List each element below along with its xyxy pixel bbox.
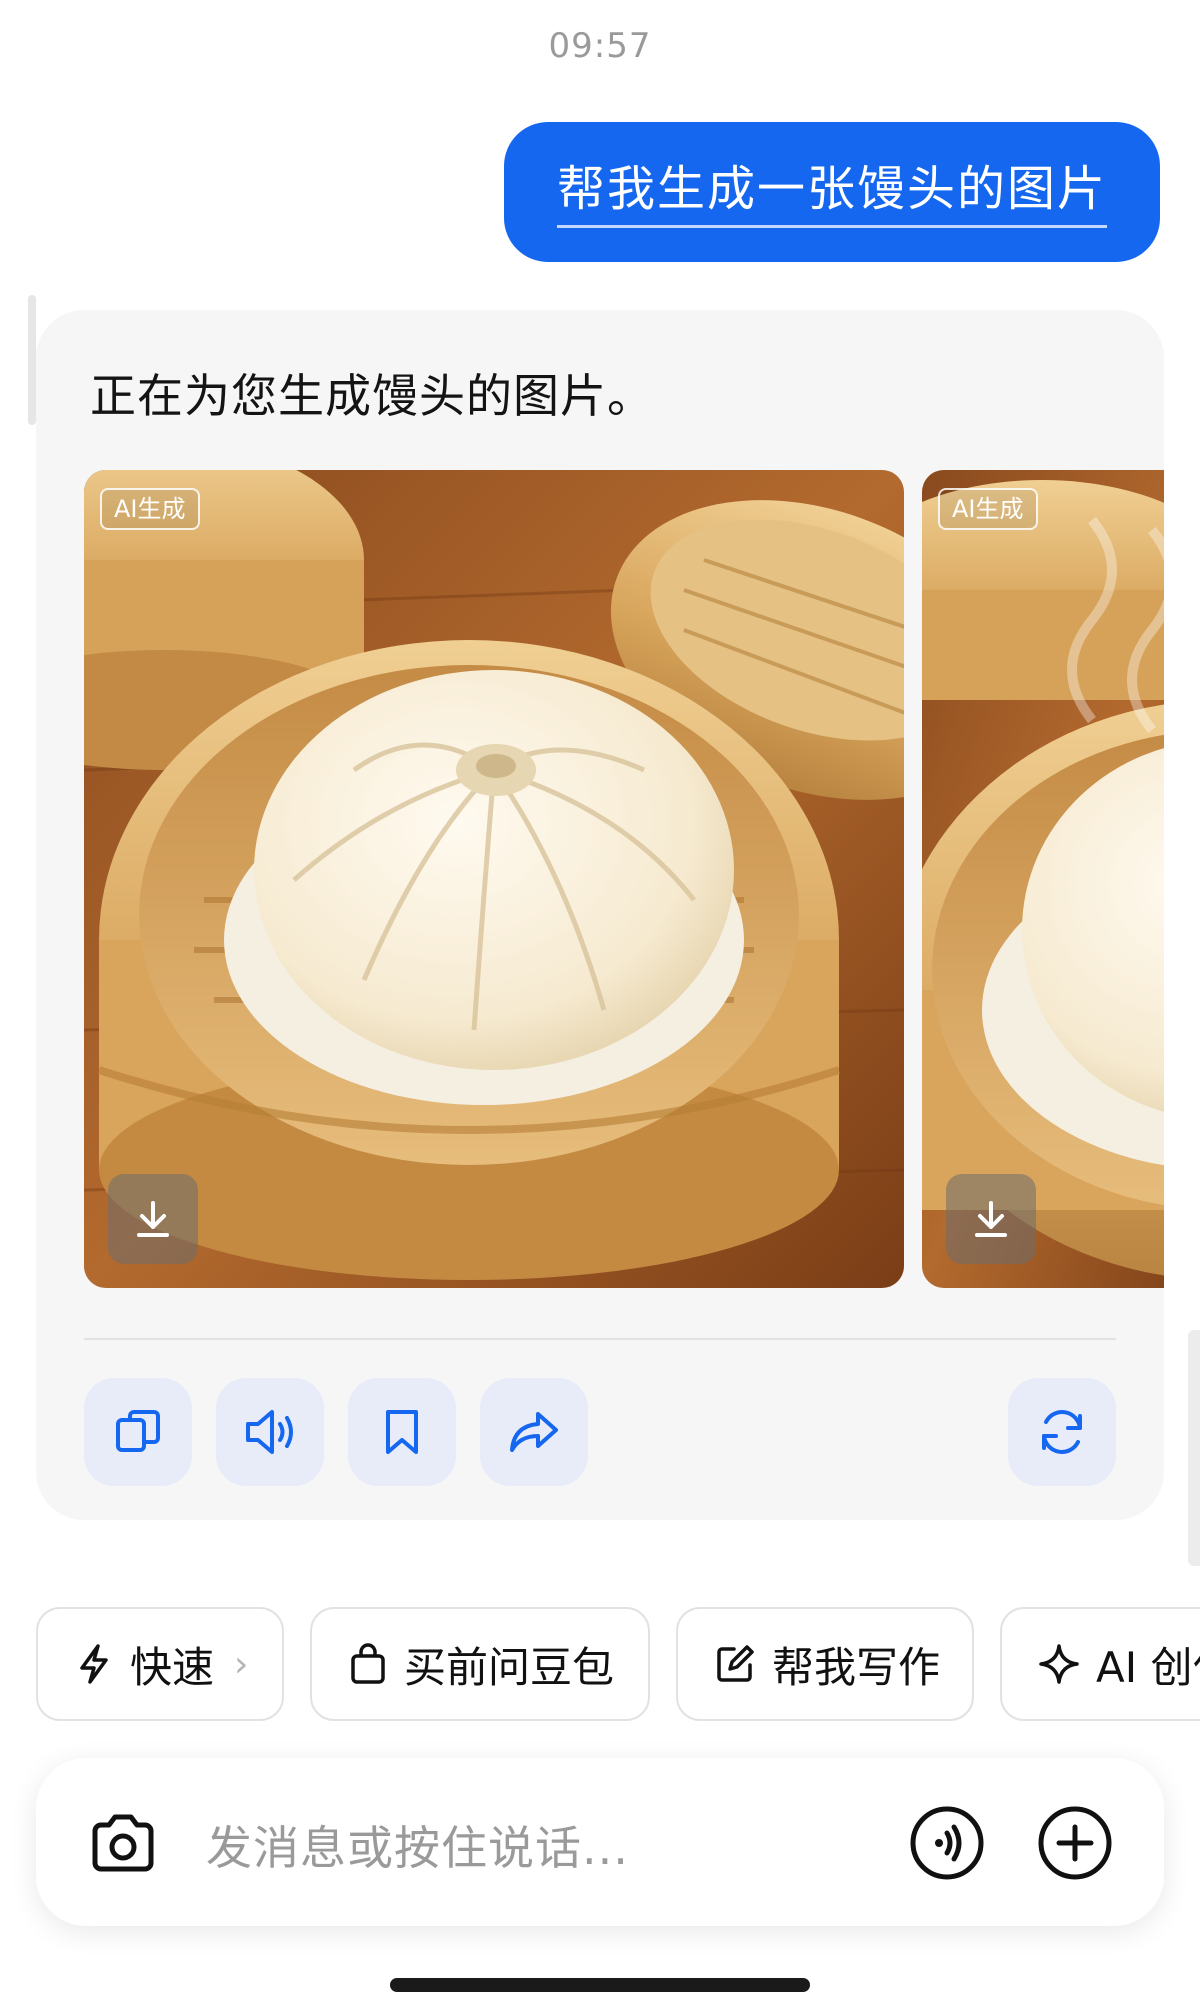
add-attachment-button[interactable] <box>1030 1798 1120 1888</box>
chevron-right-icon: › <box>234 1643 249 1685</box>
shopping-bag-icon <box>351 1643 385 1684</box>
plus-circle-icon <box>1038 1806 1112 1880</box>
message-input[interactable]: 发消息或按住说话... <box>206 1812 629 1878</box>
message-timestamp: 09:57 <box>548 26 652 66</box>
generated-image-2[interactable]: AI生成 <box>922 470 1164 1288</box>
chip-quick-mode[interactable]: 快速 › <box>36 1607 284 1721</box>
download-icon <box>975 1201 1007 1237</box>
generated-image-1[interactable]: AI生成 <box>84 470 904 1288</box>
scroll-marker <box>1188 1330 1200 1566</box>
home-indicator[interactable] <box>390 1978 810 1992</box>
share-icon <box>510 1412 558 1452</box>
bookmark-icon <box>386 1410 418 1454</box>
message-input-bar: 发消息或按住说话... <box>36 1758 1164 1926</box>
download-button[interactable] <box>108 1174 198 1264</box>
ai-generated-badge: AI生成 <box>938 488 1038 530</box>
camera-button[interactable] <box>78 1798 168 1888</box>
ai-generated-badge: AI生成 <box>100 488 200 530</box>
chip-shopping[interactable]: 买前问豆包 <box>310 1607 650 1721</box>
chip-writing[interactable]: 帮我写作 <box>676 1607 974 1721</box>
copy-icon <box>116 1410 160 1452</box>
chip-label: 快速 <box>130 1642 215 1692</box>
refresh-icon <box>1042 1410 1082 1454</box>
voice-button[interactable] <box>902 1798 992 1888</box>
copy-button[interactable] <box>84 1378 192 1486</box>
edit-icon <box>717 1645 754 1682</box>
bookmark-button[interactable] <box>348 1378 456 1486</box>
scroll-marker <box>28 295 36 425</box>
steamed-bun-image <box>84 470 904 1288</box>
chip-label: 帮我写作 <box>772 1642 941 1692</box>
user-message-text: 帮我生成一张馒头的图片 <box>556 157 1107 228</box>
user-message-bubble[interactable]: 帮我生成一张馒头的图片 <box>504 122 1160 262</box>
share-button[interactable] <box>480 1378 588 1486</box>
ai-response-card: 正在为您生成馒头的图片。 AI生成 AI生成 <box>36 310 1164 1520</box>
download-icon <box>137 1201 169 1237</box>
steamed-bun-image <box>922 470 1164 1288</box>
speaker-icon <box>246 1410 293 1454</box>
chip-ai-creation[interactable]: AI 创作 <box>1000 1607 1200 1721</box>
regenerate-button[interactable] <box>1008 1378 1116 1486</box>
camera-icon <box>92 1814 154 1872</box>
lightning-icon <box>80 1644 108 1684</box>
sparkle-icon <box>1039 1644 1079 1684</box>
chip-label: AI 创作 <box>1096 1642 1200 1692</box>
card-divider <box>84 1338 1116 1340</box>
voice-icon <box>910 1806 984 1880</box>
download-button[interactable] <box>946 1174 1036 1264</box>
ai-response-text: 正在为您生成馒头的图片。 <box>90 369 654 423</box>
chip-label: 买前问豆包 <box>404 1642 615 1692</box>
read-aloud-button[interactable] <box>216 1378 324 1486</box>
